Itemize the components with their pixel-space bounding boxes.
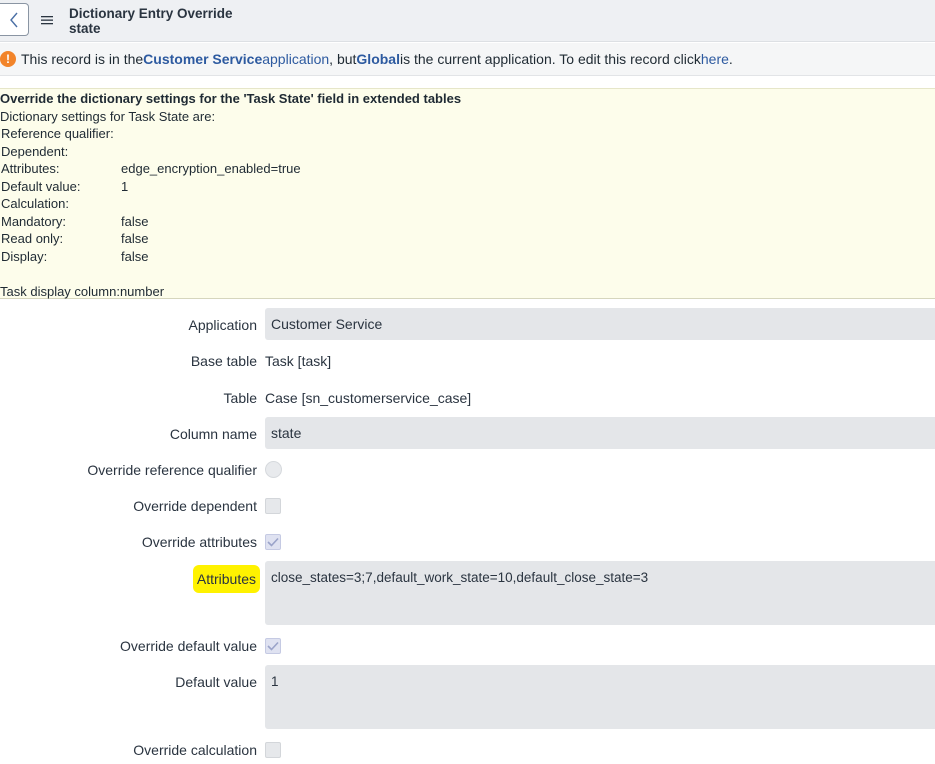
hamburger-menu-icon[interactable] bbox=[40, 12, 54, 28]
table-value: Case [sn_customerservice_case] bbox=[265, 390, 472, 406]
override-attributes-label: Override attributes bbox=[141, 534, 257, 550]
info-key: Calculation: bbox=[1, 196, 69, 211]
override-reference-qualifier-checkbox[interactable] bbox=[265, 461, 282, 478]
record-name: state bbox=[69, 21, 101, 36]
notice-period: . bbox=[728, 51, 733, 67]
table-row: Table Case [sn_customerservice_case] bbox=[0, 382, 935, 414]
customer-service-app-link[interactable]: Customer Service bbox=[143, 51, 262, 67]
info-key: Mandatory: bbox=[1, 214, 67, 229]
notice-text-after: is the current application. To edit this… bbox=[399, 51, 701, 67]
default-value-label: Default value bbox=[175, 674, 257, 690]
application-link-suffix[interactable]: application bbox=[262, 51, 329, 67]
override-default-value-checkbox[interactable] bbox=[265, 638, 281, 654]
override-default-value-label: Override default value bbox=[120, 638, 257, 654]
task-display-column: Task display column:number bbox=[0, 284, 165, 299]
edit-here-link[interactable]: here bbox=[701, 51, 729, 67]
override-dependent-checkbox[interactable] bbox=[265, 498, 281, 514]
notice-text-prefix: This record is in the bbox=[21, 51, 144, 67]
global-app-link[interactable]: Global bbox=[356, 51, 400, 67]
override-attributes-row: Override attributes bbox=[0, 527, 935, 557]
warning-icon: ! bbox=[0, 51, 16, 67]
override-default-value-row: Override default value bbox=[0, 631, 935, 661]
default-value-row: Default value 1 bbox=[0, 665, 935, 729]
override-reference-qualifier-row: Override reference qualifier bbox=[0, 455, 935, 485]
form-title: Dictionary Entry Override state bbox=[69, 6, 233, 36]
info-value: false bbox=[121, 249, 149, 264]
default-value-textarea[interactable]: 1 bbox=[265, 665, 935, 729]
column-name-field[interactable]: state bbox=[265, 417, 935, 449]
chevron-left-icon bbox=[10, 12, 18, 27]
application-label: Application bbox=[188, 317, 258, 333]
override-dependent-row: Override dependent bbox=[0, 491, 935, 521]
dictionary-info-box: Override the dictionary settings for the… bbox=[0, 88, 935, 299]
info-key: Dependent: bbox=[1, 144, 69, 159]
info-title: Override the dictionary settings for the… bbox=[0, 91, 462, 106]
override-calculation-checkbox[interactable] bbox=[265, 742, 281, 758]
info-key: Reference qualifier: bbox=[1, 126, 114, 141]
application-row: Application Customer Service bbox=[0, 308, 935, 340]
attributes-label: Attributes bbox=[192, 565, 260, 593]
attributes-row: Attributes close_states=3;7,default_work… bbox=[0, 561, 935, 625]
notice-text-mid: , but bbox=[329, 51, 357, 67]
form-header: Dictionary Entry Override state bbox=[0, 0, 935, 42]
info-value: false bbox=[121, 231, 149, 246]
override-calculation-label: Override calculation bbox=[133, 742, 257, 758]
column-name-label: Column name bbox=[169, 426, 257, 442]
base-table-value: Task [task] bbox=[265, 353, 332, 369]
attributes-textarea[interactable]: close_states=3;7,default_work_state=10,d… bbox=[265, 561, 935, 625]
back-button[interactable] bbox=[0, 3, 29, 36]
info-value: false bbox=[121, 214, 149, 229]
override-reference-qualifier-label: Override reference qualifier bbox=[87, 462, 257, 478]
table-label: Table bbox=[223, 390, 257, 406]
page-title: Dictionary Entry Override bbox=[69, 6, 233, 21]
override-attributes-checkbox[interactable] bbox=[265, 534, 281, 550]
info-value: edge_encryption_enabled=true bbox=[121, 161, 301, 176]
application-scope-notice: ! This record is in the Customer Service… bbox=[0, 43, 935, 76]
info-value: 1 bbox=[121, 179, 129, 194]
checkmark-icon bbox=[267, 641, 279, 651]
base-table-label: Base table bbox=[190, 353, 257, 369]
application-field[interactable]: Customer Service bbox=[265, 308, 935, 340]
info-subtitle: Dictionary settings for Task State are: bbox=[0, 109, 216, 124]
info-key: Display: bbox=[1, 249, 48, 264]
base-table-row: Base table Task [task] bbox=[0, 345, 935, 377]
override-dependent-label: Override dependent bbox=[133, 498, 257, 514]
info-key: Attributes: bbox=[1, 161, 60, 176]
column-name-row: Column name state bbox=[0, 417, 935, 449]
info-key: Default value: bbox=[1, 179, 81, 194]
override-calculation-row: Override calculation bbox=[0, 735, 935, 764]
checkmark-icon bbox=[267, 537, 279, 547]
info-key: Read only: bbox=[1, 231, 64, 246]
